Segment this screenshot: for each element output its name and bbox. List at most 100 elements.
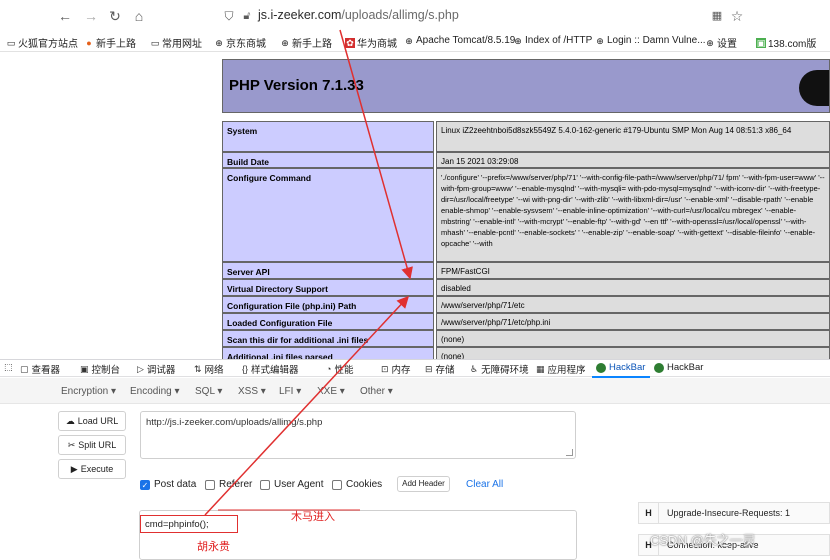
- menu-encryption[interactable]: Encryption ▾: [61, 386, 116, 397]
- phpinfo-row: Configuration File (php.ini) Path /www/s…: [222, 296, 830, 313]
- tab-performance[interactable]: ◔ 性能: [326, 362, 353, 376]
- bookmark-item[interactable]: ✿ 华为商城: [345, 35, 397, 50]
- hackbar-menu: Encryption ▾ Encoding ▾ SQL ▾ XSS ▾ LFI …: [0, 378, 830, 404]
- phpinfo-value: FPM/FastCGI: [436, 262, 830, 279]
- tab-hackbar-active[interactable]: HackBar: [596, 362, 645, 373]
- add-header-button[interactable]: Add Header: [397, 476, 450, 492]
- tab-debugger[interactable]: ▷ 调试器: [137, 362, 175, 377]
- phpinfo-value: './configure' '--prefix=/www/server/php/…: [436, 168, 830, 262]
- url-textarea-value: http://js.i-zeeker.com/uploads/allimg/s.…: [146, 417, 323, 428]
- menu-encoding[interactable]: Encoding ▾: [130, 386, 180, 397]
- bookmark-item[interactable]: ⊕ 设置: [705, 35, 737, 51]
- resize-handle[interactable]: [566, 449, 573, 456]
- phpinfo-row: System Linux iZ2zeehtnboi5d8szk5549Z 5.4…: [222, 121, 830, 152]
- image-icon: ▣: [756, 37, 766, 48]
- tab-storage[interactable]: ⊟ 存储: [425, 362, 455, 377]
- network-icon: ⇅: [194, 363, 202, 374]
- hackbar-icon: [654, 362, 664, 373]
- menu-xxe[interactable]: XXE ▾: [317, 386, 345, 397]
- forward-icon[interactable]: →: [82, 7, 100, 25]
- devtools-toolbar: ⬚ ▢ 查看器 ▣ 控制台 ▷ 调试器 ⇅ 网络 {} 样式编辑器 ◔ 性能 ⊡ 内存 ⊟ 存储…: [0, 359, 830, 378]
- reload-icon[interactable]: ↻: [106, 7, 124, 25]
- tab-application[interactable]: ▦ 应用程序: [536, 362, 586, 377]
- phpinfo-key: Loaded Configuration File: [222, 313, 434, 330]
- tab-network[interactable]: ⇅ 网络: [194, 362, 224, 377]
- post-data-value: cmd=phpinfo();: [145, 519, 209, 530]
- bookmark-star-icon[interactable]: ☆: [728, 7, 746, 25]
- folder-icon: ▭: [6, 37, 16, 48]
- clear-all-link[interactable]: Clear All: [466, 479, 503, 490]
- url-textarea[interactable]: http://js.i-zeeker.com/uploads/allimg/s.…: [140, 411, 576, 459]
- user-agent-checkbox[interactable]: User Agent: [260, 479, 323, 490]
- annotation-name: 胡永贵: [197, 541, 230, 553]
- menu-xss[interactable]: XSS ▾: [238, 386, 266, 397]
- application-icon: ▦: [536, 363, 545, 374]
- phpinfo-key: Build Date: [222, 152, 434, 168]
- firefox-icon: ●: [86, 37, 92, 48]
- phpinfo-value: disabled: [436, 279, 830, 296]
- php-version-title: PHP Version 7.1.33: [229, 77, 364, 94]
- menu-lfi[interactable]: LFI ▾: [279, 386, 301, 397]
- pick-element-icon[interactable]: ⬚: [4, 362, 13, 373]
- navigation-bar: ← → ↻ ⌂ ⛉ 🔓︎ js.i-zeeker.com/uploads/all…: [0, 0, 830, 32]
- phpinfo-key: System: [222, 121, 434, 152]
- url-host: js.i-zeeker.com: [258, 8, 342, 22]
- cookies-checkbox[interactable]: Cookies: [332, 479, 382, 490]
- style-editor-icon: {}: [242, 364, 249, 374]
- referer-checkbox[interactable]: Referer: [205, 479, 252, 490]
- cloud-icon: ☁: [65, 415, 75, 426]
- tab-console[interactable]: ▣ 控制台: [80, 362, 120, 377]
- menu-other[interactable]: Other ▾: [360, 386, 393, 397]
- scissors-icon: ✂: [67, 439, 76, 450]
- address-bar[interactable]: js.i-zeeker.com/uploads/allimg/s.php: [258, 8, 459, 22]
- phpinfo-row: Additional .ini files parsed (none): [222, 347, 830, 359]
- phpinfo-key: Additional .ini files parsed: [222, 347, 434, 359]
- shield-icon[interactable]: ⛉: [220, 7, 238, 25]
- bookmark-item[interactable]: ⊕ 京东商城: [214, 35, 266, 51]
- huawei-icon: ✿: [345, 37, 355, 48]
- bookmark-item[interactable]: ▭ 常用网址: [150, 35, 202, 51]
- tab-style-editor[interactable]: {} 样式编辑器: [242, 362, 299, 376]
- globe-icon: ⊕: [215, 37, 223, 48]
- accessibility-icon: ♿: [470, 363, 479, 374]
- qr-code-icon[interactable]: ▦: [708, 7, 726, 25]
- bookmark-item[interactable]: ⊕ Apache Tomcat/8.5.19: [404, 35, 515, 46]
- bookmark-item[interactable]: ⊕ Login :: Damn Vulne...: [595, 35, 705, 46]
- tab-inspector[interactable]: ▢ 查看器: [20, 362, 60, 377]
- php-header: PHP Version 7.1.33: [222, 59, 830, 113]
- phpinfo-row: Server API FPM/FastCGI: [222, 262, 830, 279]
- back-icon[interactable]: ←: [56, 7, 74, 25]
- phpinfo-key: Configure Command: [222, 168, 434, 262]
- memory-icon: ⊡: [381, 363, 389, 374]
- console-icon: ▣: [80, 363, 89, 374]
- url-path: /uploads/allimg/s.php: [341, 8, 459, 22]
- home-icon[interactable]: ⌂: [130, 7, 148, 25]
- header-value: Upgrade-Insecure-Requests: 1: [667, 508, 791, 518]
- bookmark-item[interactable]: ▣ 138.com版: [756, 35, 816, 50]
- execute-button[interactable]: ▶ Execute: [58, 459, 126, 479]
- bookmark-item[interactable]: ● 新手上路: [84, 35, 136, 51]
- phpinfo-row: Build Date Jan 15 2021 03:29:08: [222, 152, 830, 168]
- phpinfo-row: Loaded Configuration File /www/server/ph…: [222, 313, 830, 330]
- tab-hackbar[interactable]: HackBar: [654, 362, 703, 373]
- globe-icon: ⊕: [596, 35, 604, 46]
- phpinfo-key: Scan this dir for additional .ini files: [222, 330, 434, 347]
- bookmark-item[interactable]: ▭ 火狐官方站点: [6, 35, 78, 51]
- load-url-button[interactable]: ☁ Load URL: [58, 411, 126, 431]
- tab-accessibility[interactable]: ♿ 无障碍环境: [470, 362, 529, 377]
- phpinfo-value: (none): [436, 330, 830, 347]
- phpinfo-key: Configuration File (php.ini) Path: [222, 296, 434, 313]
- debugger-icon: ▷: [137, 363, 144, 374]
- phpinfo-value: (none): [436, 347, 830, 359]
- lock-warning-icon[interactable]: 🔓︎: [238, 7, 256, 25]
- split-url-button[interactable]: ✂ Split URL: [58, 435, 126, 455]
- globe-icon: ⊕: [514, 35, 522, 46]
- header-row[interactable]: H Upgrade-Insecure-Requests: 1: [638, 502, 830, 524]
- phpinfo-value: Jan 15 2021 03:29:08: [436, 152, 830, 168]
- menu-sql[interactable]: SQL ▾: [195, 386, 222, 397]
- phpinfo-value: /www/server/php/71/etc: [436, 296, 830, 313]
- post-data-checkbox[interactable]: ✓ Post data: [140, 479, 196, 490]
- tab-memory[interactable]: ⊡ 内存: [381, 362, 411, 377]
- bookmark-item[interactable]: ⊕ 新手上路: [280, 35, 332, 51]
- bookmark-item[interactable]: ⊕ Index of /HTTP: [513, 35, 592, 46]
